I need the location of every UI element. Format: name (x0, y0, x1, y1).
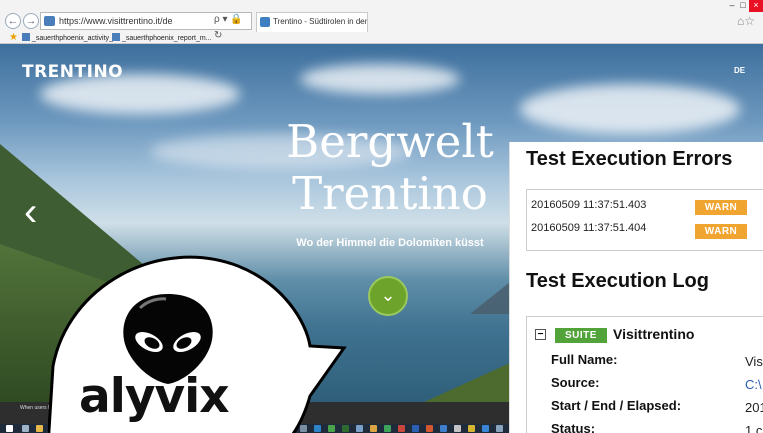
field-label: Start / End / Elapsed: (551, 398, 682, 413)
taskbar-app-icon[interactable] (22, 425, 29, 432)
back-arrow-icon: ← (7, 15, 19, 27)
field-label: Full Name: (551, 352, 618, 367)
favorite-item[interactable]: _sauerthphoenix_activity_r... (22, 33, 121, 42)
minimize-button[interactable]: – (727, 0, 737, 12)
home-icon[interactable]: ⌂☆ (737, 14, 755, 28)
taskbar-app-icon[interactable] (454, 425, 461, 432)
test-report-panel: Test Execution Errors 20160509 11:37:51.… (509, 142, 763, 433)
errors-title: Test Execution Errors (526, 148, 733, 170)
taskbar-app-icon[interactable] (384, 425, 391, 432)
favorites-star-icon[interactable]: ★ (9, 32, 18, 43)
taskbar-app-icon[interactable] (426, 425, 433, 432)
errors-table: 20160509 11:37:51.403 WARN C 20160509 11… (526, 189, 763, 251)
browser-tab[interactable]: Trentino - Südtirolen in den... × (256, 12, 368, 32)
brand-logo[interactable]: TRENTINO (22, 62, 123, 82)
maximize-button[interactable]: □ (738, 0, 748, 12)
field-label: Status: (551, 421, 596, 433)
taskbar-app-icon[interactable] (440, 425, 447, 432)
taskbar-app-icon[interactable] (482, 425, 489, 432)
site-favicon-icon (44, 16, 55, 26)
error-timestamp: 20160509 11:37:51.404 (531, 222, 647, 234)
cloud (520, 84, 740, 134)
suite-name: Visittrentino (613, 326, 695, 342)
chevron-down-icon: ⌄ (380, 285, 396, 305)
suite-badge: SUITE (555, 328, 607, 343)
favorite-label: _sauerthphoenix_activity_r... (32, 35, 121, 42)
taskbar-app-icon[interactable] (398, 425, 405, 432)
address-tools[interactable]: ρ ▾ 🔒 ↻ (214, 12, 252, 41)
warn-badge: WARN (695, 224, 747, 239)
taskbar-app-icon[interactable] (468, 425, 475, 432)
favorite-label: _sauerthphoenix_report_m... (122, 35, 212, 42)
warn-badge: WARN (695, 200, 747, 215)
tab-title: Trentino - Südtirolen in den... (273, 17, 368, 26)
favorites-bar: ★ _sauerthphoenix_activity_r... _sauerth… (0, 32, 763, 44)
favorite-page-icon (22, 33, 30, 41)
tab-close-icon[interactable]: × (358, 13, 363, 31)
favorite-item[interactable]: _sauerthphoenix_report_m... (112, 33, 212, 42)
forward-arrow-icon: → (25, 15, 37, 27)
language-switch[interactable]: DE (734, 66, 745, 75)
close-button[interactable]: × (749, 0, 763, 12)
taskbar-app-icon[interactable] (356, 425, 363, 432)
field-value: 1 c (745, 423, 763, 433)
field-value: Vis (745, 354, 763, 369)
scroll-down-button[interactable]: ⌄ (368, 276, 408, 316)
field-value: 201 (745, 400, 763, 415)
browser-chrome: ← → https://www.visittrentino.it/de ρ ▾ … (0, 0, 763, 44)
screen: ← → https://www.visittrentino.it/de ρ ▾ … (0, 0, 763, 433)
hero-title-line: Bergwelt (286, 115, 494, 168)
taskbar-app-icon[interactable] (370, 425, 377, 432)
taskbar-app-icon[interactable] (36, 425, 43, 432)
taskbar-app-icon[interactable] (412, 425, 419, 432)
back-button[interactable]: ← (5, 13, 21, 29)
forward-button[interactable]: → (23, 13, 39, 29)
tab-favicon-icon (260, 17, 270, 27)
log-title: Test Execution Log (526, 270, 709, 292)
chevron-left-icon[interactable]: ‹ (24, 192, 37, 232)
cloud (300, 64, 460, 94)
field-value-link[interactable]: C:\ (745, 377, 762, 392)
error-timestamp: 20160509 11:37:51.403 (531, 199, 647, 211)
start-icon[interactable] (6, 425, 13, 432)
field-label: Source: (551, 375, 600, 390)
hero-title: Bergwelt Trentino (285, 116, 495, 220)
collapse-toggle[interactable]: − (535, 329, 546, 340)
address-url: https://www.visittrentino.it/de (59, 16, 173, 26)
taskbar-app-icon[interactable] (496, 425, 503, 432)
log-table: − SUITE Visittrentino Full Name: Vis Sou… (526, 316, 763, 433)
favorite-page-icon (112, 33, 120, 41)
hero-title-line: Trentino (292, 167, 488, 220)
logo-wordmark: alyvix (79, 369, 230, 424)
